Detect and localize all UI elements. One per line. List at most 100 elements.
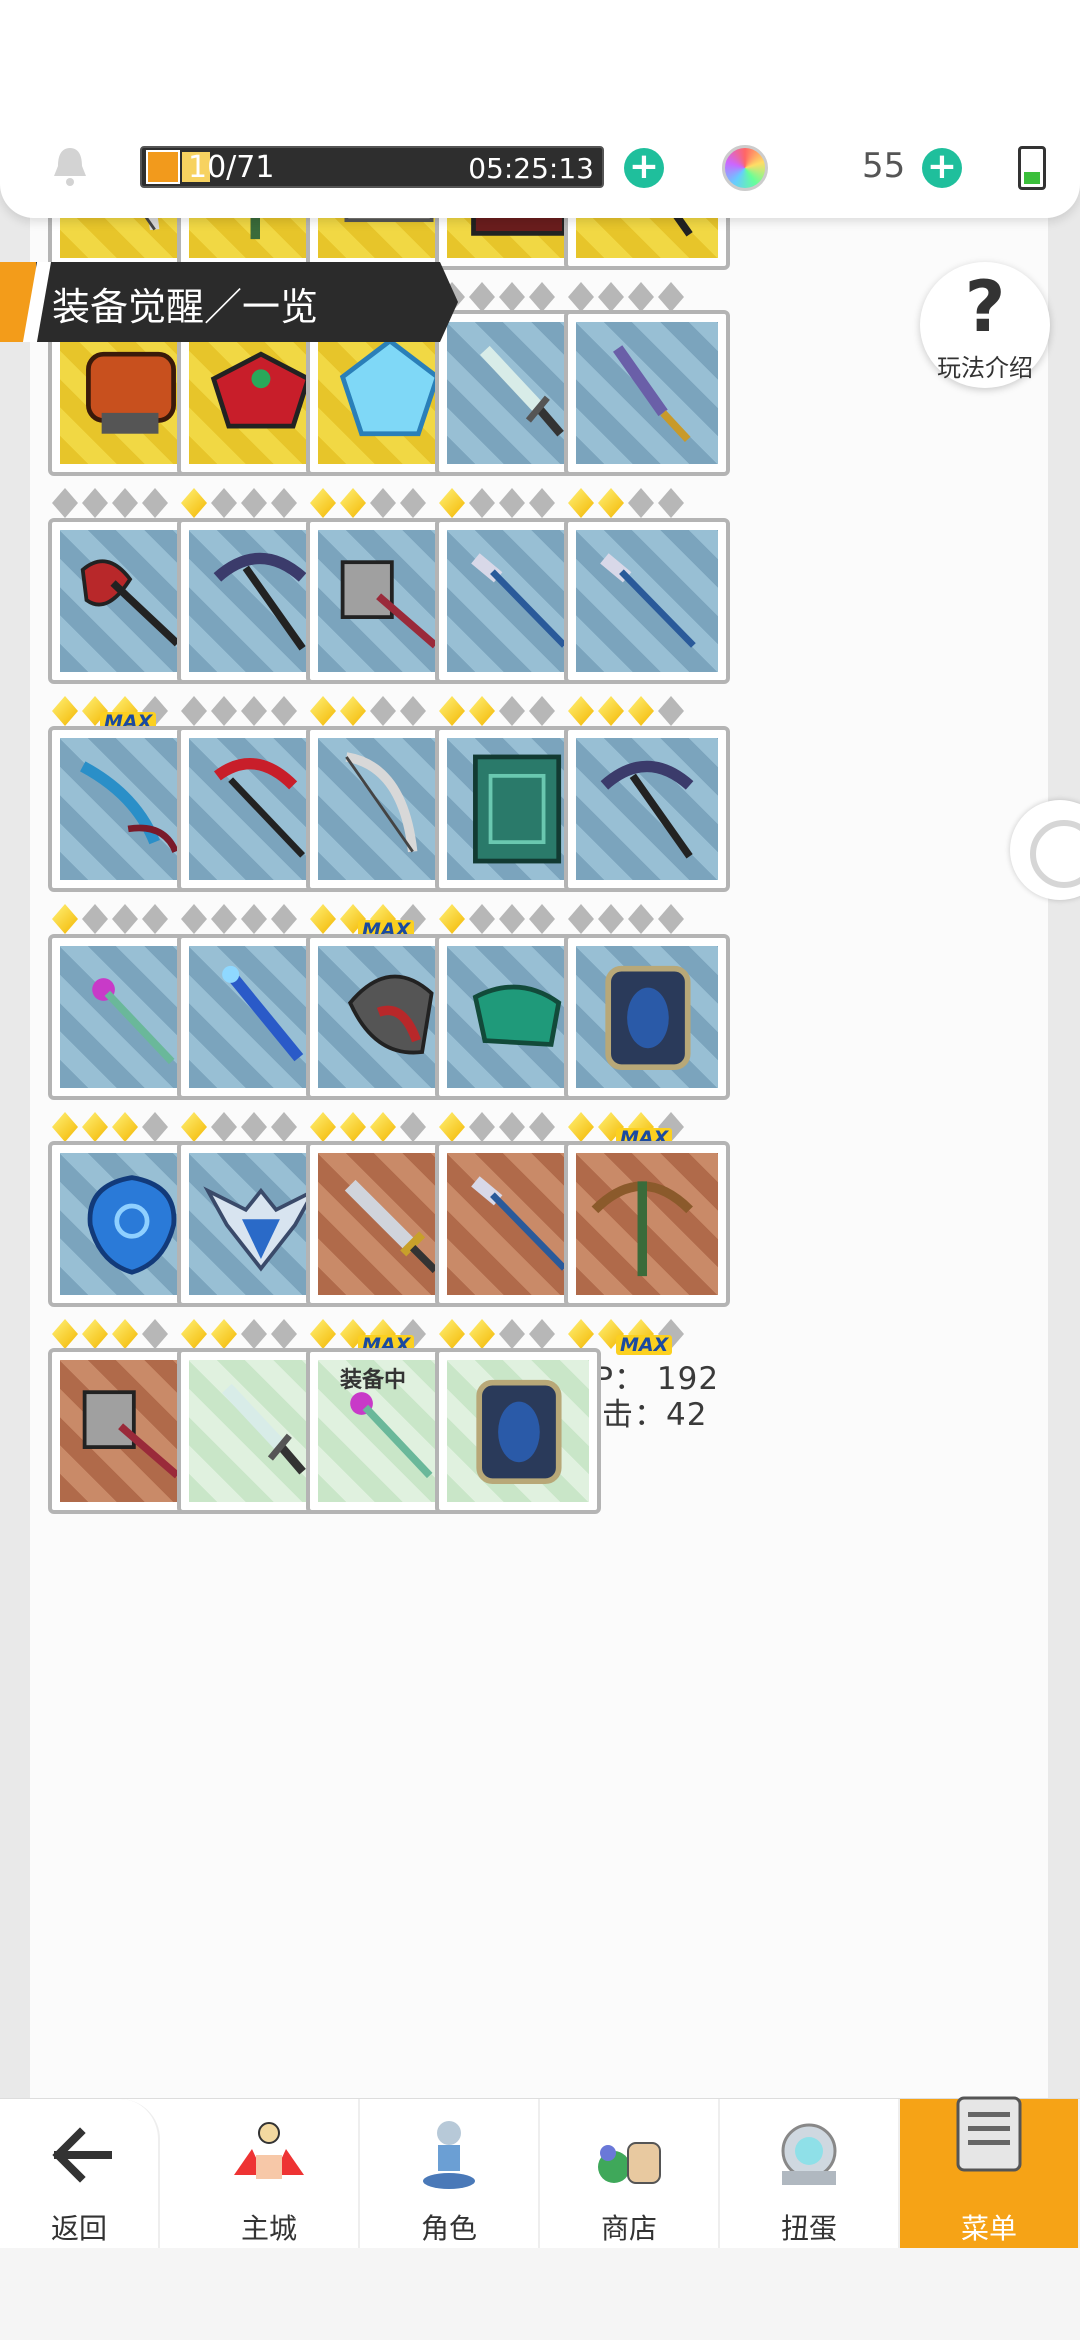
- star-filled-icon: [310, 904, 336, 934]
- awakening-stars: [52, 1110, 168, 1144]
- star-empty-icon: [142, 904, 168, 934]
- star-empty-icon: [241, 904, 267, 934]
- system-gesture-area: [0, 2248, 1080, 2340]
- awakening-stars: [52, 902, 168, 936]
- help-button[interactable]: ? 玩法介绍: [920, 262, 1050, 388]
- awakening-stars: [568, 694, 684, 728]
- equipment-frame: [435, 1348, 601, 1514]
- attack-value: 42: [666, 1397, 708, 1433]
- star-empty-icon: [241, 1112, 267, 1142]
- energy-count: 10/71: [188, 150, 275, 185]
- star-filled-icon: [568, 488, 594, 518]
- gem-icon: [722, 145, 768, 191]
- battery-icon: [1018, 146, 1046, 190]
- menu-label: 菜单: [960, 2212, 1017, 2245]
- awakening-stars: [310, 486, 426, 520]
- awakening-stars: [439, 1110, 555, 1144]
- nav-main-city[interactable]: 主城: [180, 2099, 360, 2249]
- star-filled-icon: [310, 1112, 336, 1142]
- nav-character[interactable]: 角色: [360, 2099, 540, 2249]
- awakening-stars: [52, 486, 168, 520]
- star-empty-icon: [568, 904, 594, 934]
- star-empty-icon: [469, 282, 495, 312]
- equipment-frame: [564, 726, 730, 892]
- star-filled-icon: [52, 696, 78, 726]
- energy-timer: 05:25:13: [468, 152, 594, 185]
- awakening-stars: [310, 694, 426, 728]
- star-empty-icon: [529, 1319, 555, 1349]
- star-empty-icon: [211, 488, 237, 518]
- star-filled-icon: [310, 696, 336, 726]
- star-filled-icon: [82, 1319, 108, 1349]
- star-empty-icon: [658, 282, 684, 312]
- star-empty-icon: [52, 488, 78, 518]
- awakening-stars: [439, 1317, 555, 1351]
- star-filled-icon: [310, 488, 336, 518]
- pickaxe-icon: [576, 738, 718, 880]
- star-empty-icon: [271, 1112, 297, 1142]
- bell-icon[interactable]: [50, 144, 90, 188]
- star-filled-icon: [112, 1319, 138, 1349]
- awakening-stars: [439, 902, 555, 936]
- shop-bag-icon: [598, 2142, 661, 2184]
- star-empty-icon: [400, 696, 426, 726]
- star-filled-icon: [439, 488, 465, 518]
- gacha-machine-icon: [781, 2123, 837, 2185]
- star-empty-icon: [241, 1319, 267, 1349]
- nav-menu[interactable]: 菜单: [900, 2096, 1080, 2249]
- awakening-stars: [310, 1110, 426, 1144]
- equipment-list-panel[interactable]: HP： 364攻击：94HP： 454攻击：111HP： 454攻击：111HP…: [30, 0, 1048, 2340]
- star-filled-icon: [439, 904, 465, 934]
- star-empty-icon: [499, 1319, 525, 1349]
- star-empty-icon: [469, 1112, 495, 1142]
- star-empty-icon: [271, 1319, 297, 1349]
- bottom-navigation: 返回 主城 角色 商店 扭蛋 菜单: [0, 2096, 1080, 2249]
- star-filled-icon: [439, 1319, 465, 1349]
- star-filled-icon: [340, 488, 366, 518]
- add-gems-button[interactable]: +: [922, 148, 962, 188]
- star-empty-icon: [370, 488, 396, 518]
- spear-icon: [576, 530, 718, 672]
- star-empty-icon: [211, 904, 237, 934]
- star-empty-icon: [628, 488, 654, 518]
- main-city-label: 主城: [240, 2212, 297, 2245]
- star-empty-icon: [469, 904, 495, 934]
- equipment-frame: [564, 1141, 730, 1307]
- star-empty-icon: [598, 904, 624, 934]
- nav-shop[interactable]: 商店: [540, 2099, 720, 2249]
- star-empty-icon: [658, 488, 684, 518]
- star-empty-icon: [499, 282, 525, 312]
- star-empty-icon: [181, 904, 207, 934]
- star-empty-icon: [598, 282, 624, 312]
- star-empty-icon: [529, 488, 555, 518]
- shop-label: 商店: [600, 2212, 657, 2245]
- star-empty-icon: [529, 1112, 555, 1142]
- awakening-stars: [181, 1110, 297, 1144]
- back-label: 返回: [50, 2212, 107, 2245]
- castle-icon: [234, 2122, 304, 2179]
- star-empty-icon: [211, 696, 237, 726]
- awakening-stars: [568, 486, 684, 520]
- add-energy-button[interactable]: +: [624, 148, 664, 188]
- star-filled-icon: [112, 1112, 138, 1142]
- star-filled-icon: [568, 696, 594, 726]
- star-filled-icon: [52, 1112, 78, 1142]
- back-button[interactable]: 返回: [0, 2099, 160, 2249]
- arrow-left-icon: [52, 2127, 112, 2183]
- equipment-frame: [564, 934, 730, 1100]
- star-empty-icon: [529, 282, 555, 312]
- star-empty-icon: [211, 1112, 237, 1142]
- star-empty-icon: [529, 696, 555, 726]
- nav-gacha[interactable]: 扭蛋: [720, 2099, 900, 2249]
- star-empty-icon: [499, 904, 525, 934]
- awakening-stars: [181, 902, 297, 936]
- menu-list-icon: [956, 2096, 1022, 2172]
- star-empty-icon: [628, 904, 654, 934]
- lightning-icon: [146, 150, 180, 184]
- star-empty-icon: [628, 282, 654, 312]
- star-filled-icon: [211, 1319, 237, 1349]
- star-empty-icon: [529, 904, 555, 934]
- star-filled-icon: [439, 1112, 465, 1142]
- star-empty-icon: [658, 904, 684, 934]
- awakening-stars: [439, 280, 555, 314]
